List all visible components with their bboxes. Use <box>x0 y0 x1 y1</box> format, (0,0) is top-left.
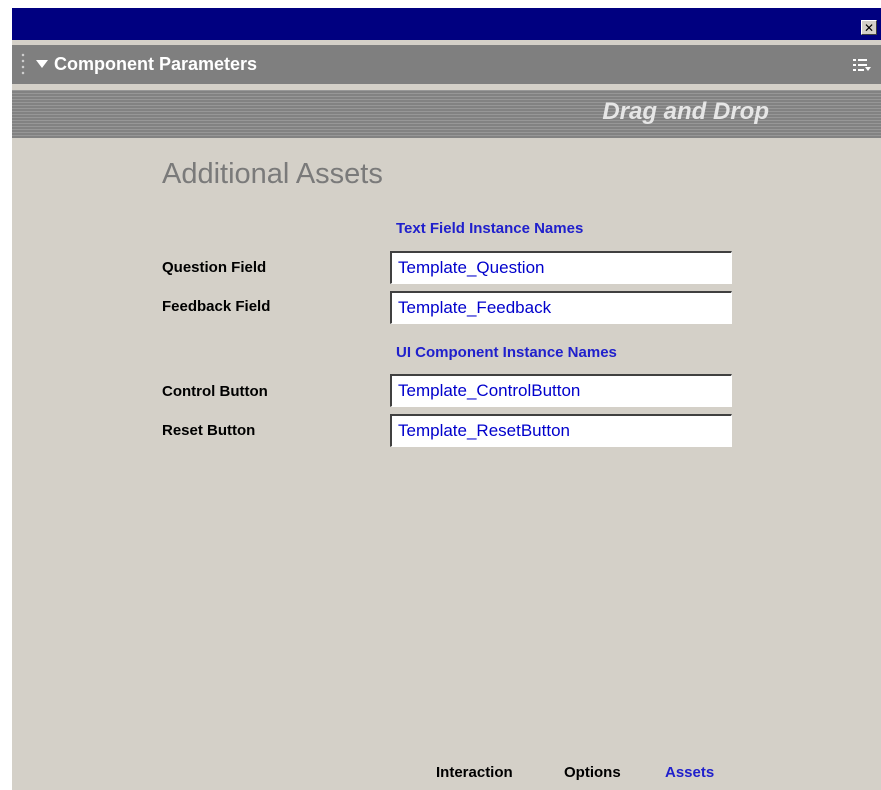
tab-assets[interactable]: Assets <box>665 764 714 781</box>
reset-button-input[interactable] <box>390 414 732 447</box>
ui-component-group-header: UI Component Instance Names <box>396 344 617 361</box>
feedback-field-input[interactable] <box>390 291 732 324</box>
drag-grip-icon[interactable] <box>20 52 26 76</box>
panel-title: Component Parameters <box>54 54 258 74</box>
control-button-label: Control Button <box>162 383 268 400</box>
tab-options[interactable]: Options <box>564 764 621 781</box>
component-banner: Drag and Drop <box>12 90 881 138</box>
section-title: Additional Assets <box>162 158 383 190</box>
component-parameters-window: ✕ Component Parameters Drag and Drop Add… <box>12 8 881 790</box>
options-menu-icon[interactable] <box>853 57 871 73</box>
tab-interaction[interactable]: Interaction <box>436 764 513 781</box>
control-button-input[interactable] <box>390 374 732 407</box>
close-icon: ✕ <box>863 21 875 35</box>
banner-title: Drag and Drop <box>602 98 769 125</box>
window-titlebar[interactable]: ✕ <box>12 8 881 40</box>
close-button[interactable]: ✕ <box>861 20 877 35</box>
question-field-input[interactable] <box>390 251 732 284</box>
text-field-group-header: Text Field Instance Names <box>396 220 584 237</box>
question-field-label: Question Field <box>162 259 267 276</box>
reset-button-label: Reset Button <box>162 422 256 439</box>
panel-header[interactable]: Component Parameters <box>12 45 881 84</box>
triangle-down-icon[interactable] <box>36 60 48 68</box>
feedback-field-label: Feedback Field <box>162 298 271 315</box>
